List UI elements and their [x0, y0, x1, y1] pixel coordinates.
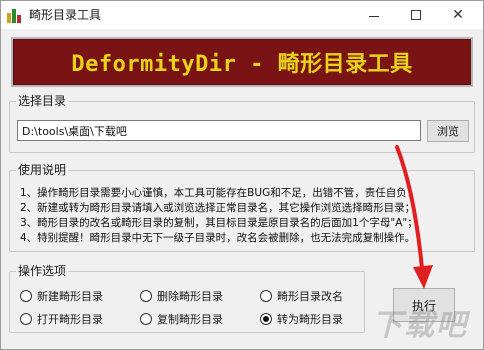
- radio-rename-deformed-dir[interactable]: 畸形目录改名: [260, 288, 343, 304]
- close-button[interactable]: ✕: [437, 1, 479, 29]
- operation-options-label: 操作选项: [16, 264, 69, 278]
- operation-options-group: 操作选项 新建畸形目录 删除畸形目录 畸形目录改名 打开畸形目录 复制畸形目录 …: [9, 264, 365, 333]
- header-banner: DeformityDir - 畸形目录工具: [11, 37, 473, 87]
- watermark-logo: 下载吧: [372, 308, 468, 343]
- radio-label: 复制畸形目录: [157, 313, 223, 326]
- radio-delete-deformed-dir[interactable]: 删除畸形目录: [140, 288, 223, 304]
- radio-open-deformed-dir[interactable]: 打开畸形目录: [20, 311, 103, 327]
- annotation-arrow-icon: [395, 145, 433, 289]
- radio-copy-deformed-dir[interactable]: 复制畸形目录: [140, 311, 223, 327]
- radio-label: 转为畸形目录: [277, 313, 343, 326]
- close-icon: ✕: [452, 7, 464, 23]
- maximize-icon: [411, 10, 421, 20]
- radio-label: 打开畸形目录: [37, 313, 103, 326]
- radio-new-deformed-dir[interactable]: 新建畸形目录: [20, 288, 103, 304]
- radio-button[interactable]: [20, 313, 32, 325]
- radio-label: 畸形目录改名: [277, 290, 343, 303]
- directory-path-input[interactable]: [17, 120, 421, 141]
- radio-button[interactable]: [140, 313, 152, 325]
- radio-convert-to-deformed-dir[interactable]: 转为畸形目录: [260, 311, 343, 327]
- minimize-icon: [369, 15, 379, 17]
- radio-button[interactable]: [140, 290, 152, 302]
- radio-button[interactable]: [260, 290, 272, 302]
- banner-title: DeformityDir - 畸形目录工具: [71, 52, 413, 77]
- window-title: 畸形目录工具: [29, 8, 102, 22]
- browse-button[interactable]: 浏览: [427, 120, 469, 142]
- minimize-button[interactable]: [353, 1, 395, 29]
- radio-button-selected[interactable]: [260, 313, 272, 325]
- maximize-button[interactable]: [395, 1, 437, 29]
- radio-label: 新建畸形目录: [37, 290, 103, 303]
- app-icon: [7, 7, 23, 23]
- app-window: 畸形目录工具 ✕ DeformityDir - 畸形目录工具 选择目录 浏览 使…: [0, 0, 484, 350]
- radio-label: 删除畸形目录: [157, 290, 223, 303]
- select-directory-label: 选择目录: [16, 94, 69, 108]
- title-bar[interactable]: 畸形目录工具 ✕: [1, 1, 483, 29]
- usage-instructions-label: 使用说明: [16, 163, 69, 177]
- radio-button[interactable]: [20, 290, 32, 302]
